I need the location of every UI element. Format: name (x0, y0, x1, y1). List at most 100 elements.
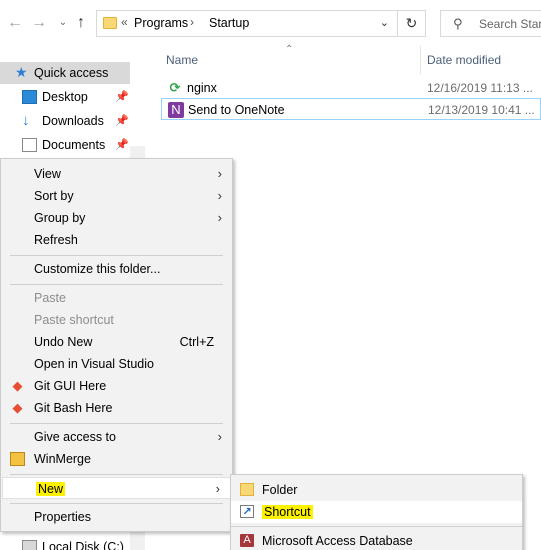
git-icon: ◆ (12, 400, 23, 415)
menu-separator (10, 423, 223, 424)
submenu-label: Microsoft Access Database (262, 534, 413, 548)
address-bar[interactable]: « Programs › Startup ⌄ ↻ (96, 10, 426, 37)
menu-separator (231, 526, 522, 527)
file-row[interactable]: ⟳ nginx 12/16/2019 11:13 ... (161, 77, 541, 99)
submenu-label: Shortcut (262, 505, 313, 519)
menu-label: View (34, 167, 61, 181)
menu-item-git-bash[interactable]: ◆ Git Bash Here (1, 397, 232, 419)
menu-label: Paste shortcut (34, 313, 114, 327)
nav-item-local-disk[interactable]: Local Disk (C:) (0, 536, 145, 550)
menu-item-winmerge[interactable]: WinMerge (1, 448, 232, 470)
chevron-right-icon: › (217, 210, 222, 225)
menu-item-git-gui[interactable]: ◆ Git GUI Here (1, 375, 232, 397)
pin-icon[interactable]: 📌 (115, 90, 129, 103)
onenote-icon: N (168, 102, 184, 118)
menu-item-paste-shortcut: Paste shortcut (1, 309, 232, 331)
breadcrumb-separator[interactable]: › (190, 15, 194, 29)
breadcrumb-programs[interactable]: Programs (134, 16, 188, 30)
nav-label: Desktop (42, 90, 88, 104)
menu-item-properties[interactable]: Properties (1, 506, 232, 528)
menu-item-refresh[interactable]: Refresh (1, 229, 232, 251)
chevron-right-icon: › (217, 429, 222, 444)
breadcrumb-overflow[interactable]: « (121, 15, 128, 29)
column-headers: ⌃ Name Date modified (145, 44, 541, 74)
column-divider[interactable] (420, 46, 421, 74)
chevron-right-icon: › (217, 188, 222, 203)
column-date-modified[interactable]: Date modified (427, 53, 501, 67)
star-icon: ★ (15, 64, 28, 80)
address-toolbar: ← → ⌄ ↑ « Programs › Startup ⌄ ↻ ⚲ Searc… (0, 0, 541, 46)
menu-label: Group by (34, 211, 86, 225)
menu-item-customize-folder[interactable]: Customize this folder... (1, 258, 232, 280)
menu-label: Refresh (34, 233, 78, 247)
keyboard-shortcut: Ctrl+Z (179, 335, 214, 349)
desktop-icon (22, 90, 37, 104)
menu-item-group-by[interactable]: Group by › (1, 207, 232, 229)
menu-label: Paste (34, 291, 66, 305)
menu-item-undo-new[interactable]: Undo New Ctrl+Z (1, 331, 232, 353)
arrow-left-icon[interactable]: ← (4, 12, 26, 34)
file-date: 12/13/2019 10:41 ... (428, 103, 535, 117)
menu-item-give-access[interactable]: Give access to › (1, 426, 232, 448)
documents-icon (22, 138, 37, 152)
new-submenu: Folder ↗ Shortcut A Microsoft Access Dat… (230, 474, 523, 550)
chevron-right-icon: › (215, 481, 220, 496)
menu-label: Properties (34, 510, 91, 524)
nav-item-downloads[interactable]: ↓ Downloads 📌 (0, 110, 145, 132)
menu-separator (10, 503, 223, 504)
shortcut-icon: ↗ (240, 505, 254, 518)
nav-quick-access[interactable]: ★ Quick access (0, 62, 130, 84)
submenu-item-access-database[interactable]: A Microsoft Access Database (231, 530, 522, 550)
menu-label: Git GUI Here (34, 379, 107, 393)
file-name: Send to OneNote (188, 103, 285, 117)
search-placeholder: Search Startup (479, 17, 541, 31)
chevron-down-icon[interactable]: ⌄ (380, 16, 389, 29)
downloads-icon: ↓ (22, 112, 30, 129)
file-date: 12/16/2019 11:13 ... (427, 81, 533, 95)
nav-label: Documents (42, 138, 106, 152)
breadcrumb-startup[interactable]: Startup (209, 16, 249, 30)
nav-label: Downloads (42, 114, 104, 128)
winmerge-icon (10, 452, 25, 466)
context-menu: View › Sort by › Group by › Refresh Cust… (0, 158, 233, 532)
arrow-right-icon[interactable]: → (28, 12, 50, 34)
refresh-icon[interactable]: ↻ (397, 11, 425, 36)
menu-label: Open in Visual Studio (34, 357, 154, 371)
menu-item-sort-by[interactable]: Sort by › (1, 185, 232, 207)
menu-item-paste: Paste (1, 287, 232, 309)
search-icon: ⚲ (453, 16, 463, 31)
menu-label: Give access to (34, 430, 116, 444)
folder-icon (240, 483, 254, 496)
access-icon: A (240, 534, 254, 547)
file-name: nginx (187, 81, 217, 95)
file-row[interactable]: N Send to OneNote 12/13/2019 10:41 ... (161, 98, 541, 120)
submenu-item-shortcut[interactable]: ↗ Shortcut (231, 501, 522, 523)
menu-separator (10, 255, 223, 256)
disk-icon (22, 540, 37, 550)
menu-item-new[interactable]: New › (2, 477, 231, 499)
menu-label: Undo New (34, 335, 93, 349)
submenu-label: Folder (262, 483, 298, 497)
sort-ascending-icon: ⌃ (285, 44, 294, 55)
menu-label: WinMerge (34, 452, 91, 466)
submenu-item-folder[interactable]: Folder (231, 479, 522, 501)
chevron-right-icon: › (217, 166, 222, 181)
nav-item-desktop[interactable]: Desktop 📌 (0, 86, 145, 108)
search-box[interactable]: ⚲ Search Startup (440, 10, 541, 37)
nav-item-documents[interactable]: Documents 📌 (0, 134, 145, 156)
menu-label: Git Bash Here (34, 401, 113, 415)
menu-item-open-visual-studio[interactable]: Open in Visual Studio (1, 353, 232, 375)
column-name[interactable]: Name (166, 53, 198, 67)
menu-separator (10, 474, 223, 475)
pin-icon[interactable]: 📌 (115, 114, 129, 127)
pin-icon[interactable]: 📌 (115, 138, 129, 151)
menu-item-view[interactable]: View › (1, 163, 232, 185)
arrow-up-icon[interactable]: ↑ (70, 12, 92, 34)
menu-label: Sort by (34, 189, 74, 203)
nav-label: Local Disk (C:) (42, 540, 124, 550)
nav-label: Quick access (34, 66, 109, 80)
folder-icon (103, 17, 117, 29)
menu-label: Customize this folder... (34, 262, 161, 276)
menu-label: New (36, 482, 66, 496)
git-icon: ◆ (12, 378, 23, 393)
